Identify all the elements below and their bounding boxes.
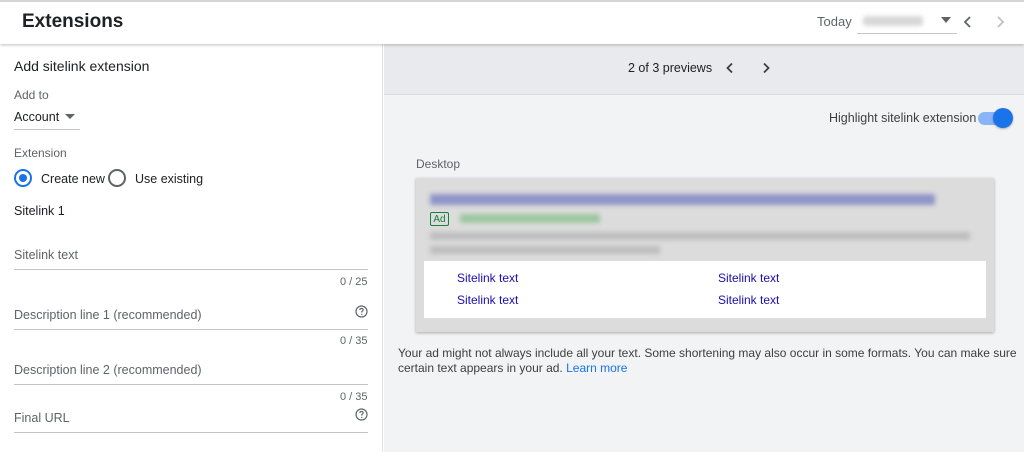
highlight-toggle-knob[interactable] [993,108,1013,128]
ad-display-url-blurred [460,214,600,223]
description-line-1-counter: 0 / 35 [340,335,368,347]
preview-count: 2 of 3 previews [628,61,713,75]
create-new-radio[interactable] [14,169,32,187]
caret-down-icon [65,114,75,119]
extension-label: Extension [14,146,67,160]
chevron-right-icon [763,62,770,74]
ad-description-blurred [430,246,660,254]
description-line-2-placeholder: Description line 2 (recommended) [14,363,202,377]
add-to-value: Account [14,110,60,124]
preview-disclaimer-text: Your ad might not always include all you… [398,346,1017,375]
sitelink-link[interactable]: Sitelink text [718,293,779,307]
sitelink-text-placeholder: Sitelink text [14,248,78,262]
date-range-select[interactable] [857,8,957,34]
chevron-right-icon [997,16,1005,28]
final-url-input[interactable]: Final URL [14,405,368,433]
learn-more-link[interactable]: Learn more [566,361,627,375]
next-preview-button[interactable] [758,60,774,76]
final-url-placeholder: Final URL [14,411,70,425]
sitelink-link[interactable]: Sitelink text [457,271,518,285]
previous-period-button[interactable] [958,11,978,33]
add-to-select[interactable]: Account [14,108,80,130]
preview-disclaimer: Your ad might not always include all you… [398,346,1018,376]
caret-down-icon [941,17,951,23]
ad-badge: Ad [430,212,449,226]
description-line-1-input[interactable]: Description line 1 (recommended) [14,302,368,330]
description-line-2-counter: 0 / 35 [340,391,368,403]
sitelink-form-panel: Add sitelink extension Add to Account Ex… [0,44,383,452]
date-range-label: Today [817,14,852,29]
ad-description-blurred [430,232,970,240]
preview-panel: 2 of 3 previews Highlight sitelink exten… [384,44,1024,452]
help-circle-icon[interactable] [355,305,368,318]
help-circle-icon[interactable] [355,408,368,421]
date-range-value [863,16,923,26]
next-period-button[interactable] [990,11,1010,33]
sitelink-text-counter: 0 / 25 [340,276,368,288]
chevron-left-icon [726,62,733,74]
ad-preview-card: Ad Sitelink text Sitelink text Sitelink … [416,178,994,332]
sitelink-link[interactable]: Sitelink text [457,293,518,307]
top-bar: Extensions Today [0,0,1024,44]
sitelink-text-input[interactable]: Sitelink text [14,242,368,270]
use-existing-label[interactable]: Use existing [135,172,203,186]
add-to-label: Add to [14,88,49,102]
form-title: Add sitelink extension [14,58,150,74]
use-existing-radio[interactable] [108,169,126,187]
chevron-left-icon [963,16,971,28]
description-line-1-placeholder: Description line 1 (recommended) [14,308,202,322]
previous-preview-button[interactable] [722,60,738,76]
page-title: Extensions [22,11,124,32]
highlight-sitelink-label: Highlight sitelink extension [829,111,977,125]
sitelink-heading: Sitelink 1 [14,204,65,218]
create-new-label[interactable]: Create new [41,172,105,186]
preview-navigation: 2 of 3 previews [384,44,1024,95]
description-line-2-input[interactable]: Description line 2 (recommended) [14,357,368,385]
device-label: Desktop [416,157,461,171]
sitelinks-area: Sitelink text Sitelink text Sitelink tex… [424,261,986,318]
ad-headline-blurred [430,194,935,205]
sitelink-link[interactable]: Sitelink text [718,271,779,285]
